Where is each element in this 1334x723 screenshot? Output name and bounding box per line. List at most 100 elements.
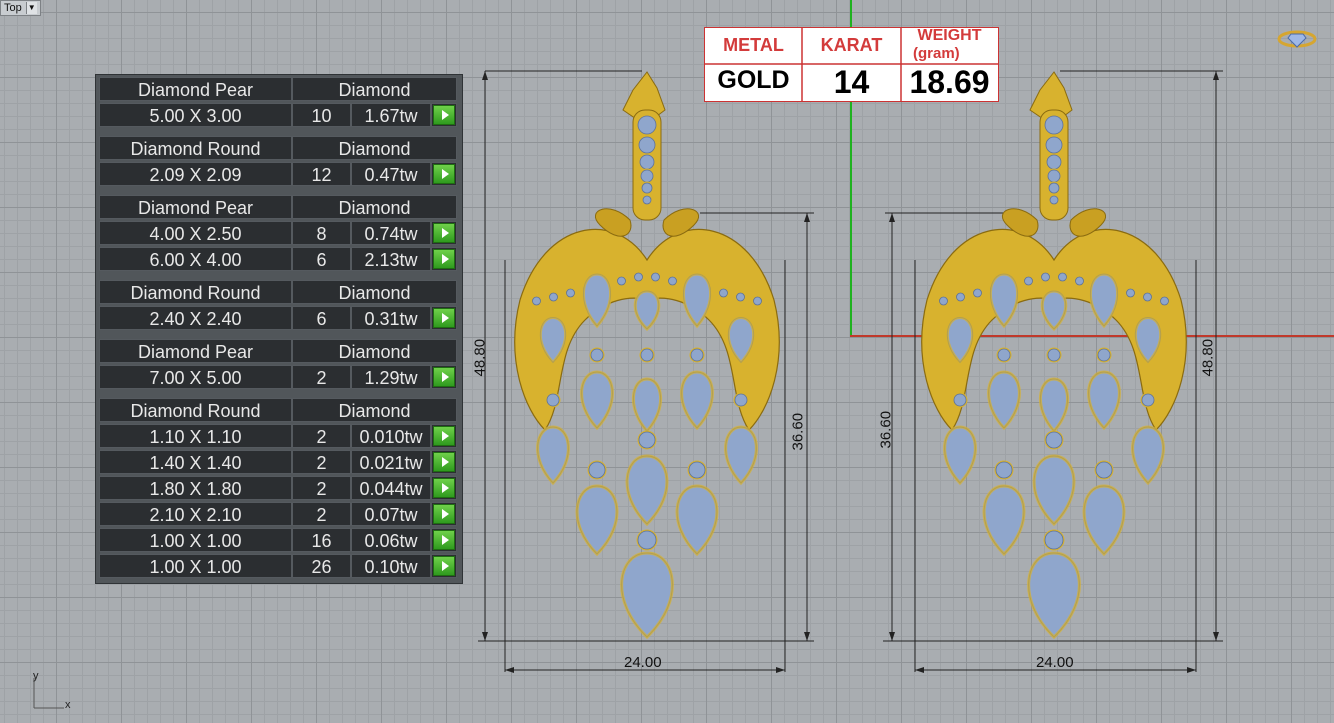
pear-gem — [1132, 426, 1164, 484]
go-button[interactable] — [431, 424, 457, 448]
play-icon — [441, 457, 449, 467]
round-gem — [1049, 195, 1059, 205]
go-button[interactable] — [431, 306, 457, 330]
group-type: Diamond Pear — [99, 339, 292, 363]
dim-left-body-height: 36.60 — [789, 412, 807, 451]
round-gem — [939, 296, 948, 306]
table-row: 6.00 X 4.00 6 2.13tw — [99, 247, 457, 271]
round-gem — [956, 292, 965, 302]
group-header-label: Diamond — [292, 136, 457, 160]
pear-gem — [1083, 485, 1125, 555]
go-button[interactable] — [431, 450, 457, 474]
pear-gem — [676, 485, 718, 555]
play-icon — [441, 110, 449, 120]
group-header-label: Diamond — [292, 280, 457, 304]
group-header-label: Diamond — [292, 77, 457, 101]
brand-logo — [1277, 30, 1317, 48]
group-type: Diamond Pear — [99, 77, 292, 101]
round-gem — [1047, 348, 1061, 362]
play-icon — [441, 169, 449, 179]
round-gem — [688, 461, 706, 479]
group-header: Diamond Pear Diamond — [99, 77, 457, 101]
round-gem — [1143, 292, 1152, 302]
play-icon — [441, 483, 449, 493]
round-gem — [566, 288, 575, 298]
go-button[interactable] — [431, 502, 457, 526]
axis-x-label: x — [65, 699, 71, 711]
play-icon — [441, 431, 449, 441]
diamond-table: Diamond Pear Diamond 5.00 X 3.00 10 1.67… — [95, 74, 463, 584]
pear-gem — [725, 426, 757, 484]
size-cell: 1.00 X 1.00 — [99, 554, 292, 578]
qty-cell: 12 — [292, 162, 351, 186]
round-gem — [736, 292, 745, 302]
group-type: Diamond Round — [99, 280, 292, 304]
tw-cell: 0.74tw — [351, 221, 431, 245]
round-gem — [1075, 276, 1084, 286]
group-header: Diamond Pear Diamond — [99, 339, 457, 363]
qty-cell: 26 — [292, 554, 351, 578]
tw-cell: 0.021tw — [351, 450, 431, 474]
round-gem — [1046, 154, 1062, 170]
qty-cell: 10 — [292, 103, 351, 127]
round-gem — [532, 296, 541, 306]
round-gem — [590, 348, 604, 362]
go-button[interactable] — [431, 476, 457, 500]
table-row: 2.10 X 2.10 2 0.07tw — [99, 502, 457, 526]
viewport-menu-icon[interactable]: ▼ — [25, 2, 37, 14]
dim-right-width: 24.00 — [1036, 654, 1074, 671]
round-gem — [719, 288, 728, 298]
group-header: Diamond Round Diamond — [99, 280, 457, 304]
pear-gem — [537, 426, 569, 484]
size-cell: 1.40 X 1.40 — [99, 450, 292, 474]
go-button[interactable] — [431, 162, 457, 186]
qty-cell: 2 — [292, 365, 351, 389]
round-gem — [953, 393, 967, 407]
tw-cell: 0.044tw — [351, 476, 431, 500]
size-cell: 5.00 X 3.00 — [99, 103, 292, 127]
qty-cell: 6 — [292, 247, 351, 271]
group-header-label: Diamond — [292, 195, 457, 219]
table-row: 1.80 X 1.80 2 0.044tw — [99, 476, 457, 500]
go-button[interactable] — [431, 247, 457, 271]
size-cell: 2.10 X 2.10 — [99, 502, 292, 526]
pear-gem — [626, 455, 668, 525]
weight-label: WEIGHT — [917, 27, 982, 44]
pendant-render-back — [921, 71, 1187, 640]
pear-gem — [621, 552, 673, 638]
go-button[interactable] — [431, 221, 457, 245]
group-header: Diamond Round Diamond — [99, 136, 457, 160]
round-gem — [1048, 182, 1060, 194]
round-gem — [1141, 393, 1155, 407]
round-gem — [639, 154, 655, 170]
round-gem — [637, 530, 657, 550]
metal-label: METAL — [723, 35, 784, 55]
tw-cell: 0.10tw — [351, 554, 431, 578]
viewport-label[interactable]: Top ▼ — [0, 0, 41, 16]
size-cell: 1.10 X 1.10 — [99, 424, 292, 448]
round-gem — [1044, 115, 1064, 135]
round-gem — [637, 115, 657, 135]
table-row: 5.00 X 3.00 10 1.67tw — [99, 103, 457, 127]
round-gem — [997, 348, 1011, 362]
size-cell: 6.00 X 4.00 — [99, 247, 292, 271]
round-gem — [1047, 169, 1061, 183]
round-gem — [1045, 136, 1063, 154]
pear-gem — [681, 371, 713, 429]
dim-right-body-height: 36.60 — [877, 410, 895, 449]
go-button[interactable] — [431, 365, 457, 389]
qty-cell: 2 — [292, 476, 351, 500]
pendant-render-front — [514, 71, 780, 640]
round-gem — [1041, 272, 1050, 282]
go-button[interactable] — [431, 103, 457, 127]
go-button[interactable] — [431, 554, 457, 578]
group-type: Diamond Pear — [99, 195, 292, 219]
pear-gem — [581, 371, 613, 429]
table-row: 2.09 X 2.09 12 0.47tw — [99, 162, 457, 186]
round-gem — [1160, 296, 1169, 306]
round-gem — [651, 272, 660, 282]
play-icon — [441, 535, 449, 545]
go-button[interactable] — [431, 528, 457, 552]
round-gem — [995, 461, 1013, 479]
round-gem — [753, 296, 762, 306]
